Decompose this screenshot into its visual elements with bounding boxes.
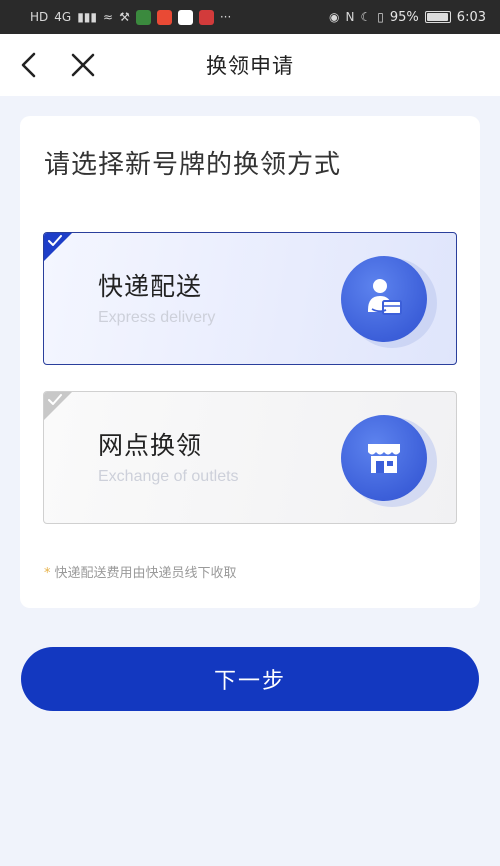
option-title: 网点换领 xyxy=(98,431,203,460)
note-asterisk: * xyxy=(44,566,51,581)
wifi-icon: ≈ xyxy=(103,10,114,24)
vibrate-icon: ▯ xyxy=(377,10,384,24)
tools-icon: ⚒ xyxy=(119,10,130,24)
network-type-indicator: 4G xyxy=(54,10,72,24)
storefront-icon xyxy=(341,415,427,501)
check-icon xyxy=(48,394,62,405)
delivery-method-card: 请选择新号牌的换领方式 快递配送 Express delivery 网点换领 E… xyxy=(20,116,480,608)
hd-indicator: HD xyxy=(30,10,49,24)
moon-icon: ☾ xyxy=(360,10,372,24)
back-button[interactable] xyxy=(12,48,46,82)
close-icon xyxy=(71,53,95,77)
status-bar: HD 4G ▮▮▮ ≈ ⚒ ··· ◉ N ☾ ▯ 95% 6:03 xyxy=(0,0,500,34)
nfc-icon: N xyxy=(345,10,355,24)
option-title: 快递配送 xyxy=(98,272,203,301)
courier-icon xyxy=(341,256,427,342)
eye-icon: ◉ xyxy=(329,10,340,24)
more-notifications-icon: ··· xyxy=(219,10,232,24)
app-notification-icon xyxy=(198,9,214,25)
option-express-delivery[interactable]: 快递配送 Express delivery xyxy=(43,232,457,365)
status-left: HD 4G ▮▮▮ ≈ ⚒ ··· xyxy=(30,9,232,25)
app-notification-icon xyxy=(135,9,151,25)
option-subtitle: Exchange of outlets xyxy=(98,468,239,485)
app-notification-icon xyxy=(177,9,193,25)
page-title: 换领申请 xyxy=(206,54,294,78)
option-outlet-exchange[interactable]: 网点换领 Exchange of outlets xyxy=(43,391,457,524)
card-heading: 请选择新号牌的换领方式 xyxy=(44,150,342,180)
option-subtitle: Express delivery xyxy=(98,309,216,326)
chevron-left-icon xyxy=(21,52,36,78)
close-button[interactable] xyxy=(66,48,100,82)
nav-bar: 换领申请 xyxy=(0,34,500,96)
next-step-button[interactable]: 下一步 xyxy=(21,647,479,711)
signal-icon: ▮▮▮ xyxy=(77,10,98,24)
app-notification-icon xyxy=(156,9,172,25)
battery-percent: 95% xyxy=(389,9,419,25)
note-text: 快递配送费用由快递员线下收取 xyxy=(54,566,237,581)
delivery-fee-note: * 快递配送费用由快递员线下收取 xyxy=(44,562,237,581)
status-right: ◉ N ☾ ▯ 95% 6:03 xyxy=(329,10,486,25)
battery-icon xyxy=(424,11,451,23)
check-icon xyxy=(48,235,62,246)
clock: 6:03 xyxy=(456,9,486,25)
